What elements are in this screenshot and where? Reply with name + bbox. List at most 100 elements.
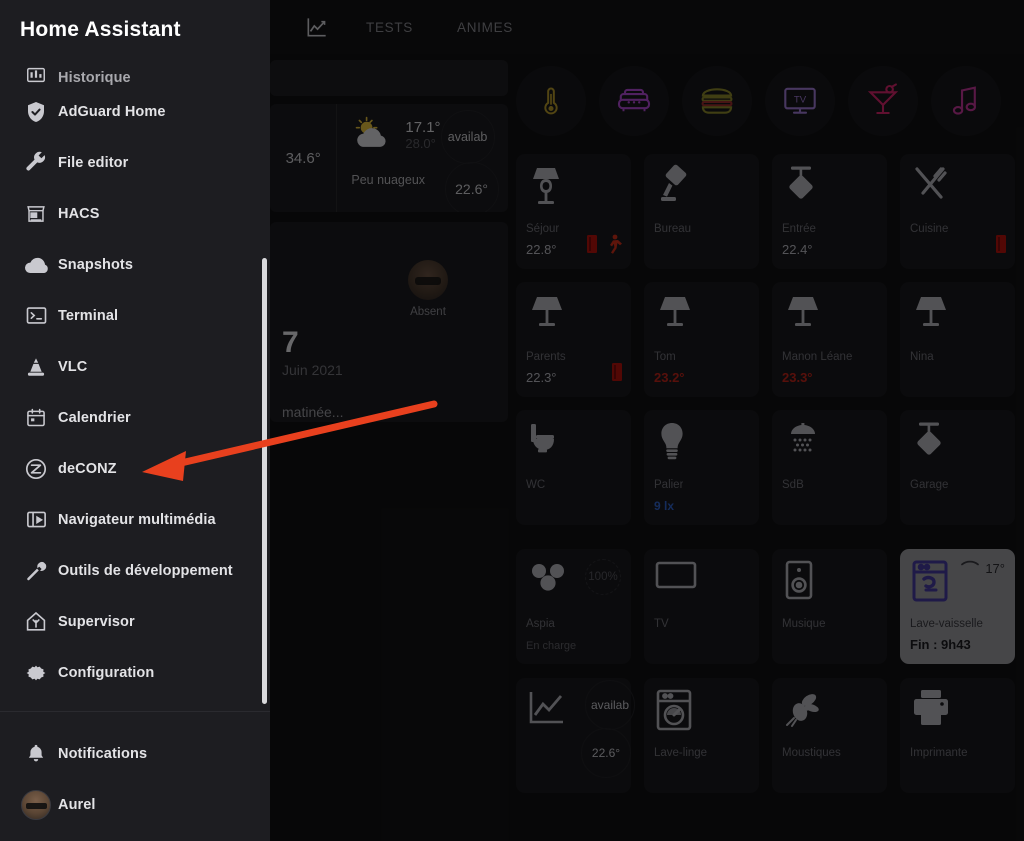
lamp-classic-icon [526,164,621,210]
sidebar-item-configuration[interactable]: Configuration [0,647,270,698]
weather-high: 17.1° [405,119,441,136]
scene-cocktail[interactable] [848,66,918,136]
weather-card[interactable]: 34.6° 17.1° 28.0° Peu nuageux availab 22… [270,104,508,212]
door-sensor-icon [611,362,623,387]
sidebar-item-terminal[interactable]: Terminal [0,290,270,341]
card-title: Manon Léane [782,351,853,363]
sidebar-item-label: Configuration [58,664,155,681]
battery-ring: 100% [585,559,621,595]
weather-badge-temperature[interactable]: 22.6° [444,162,499,212]
cocktail-icon [865,83,901,119]
table-row[interactable]: Palier 9 lx [644,410,759,525]
status-badge [586,234,623,259]
table-row[interactable]: Cuisine [900,154,1015,269]
calendar-icon [14,407,58,429]
sidebar-item-hacs[interactable]: HACS [0,188,270,239]
card-top-right: 17° [959,559,1005,578]
sidebar-item-label: Historique [58,70,131,86]
partly-cloudy-icon [351,116,395,159]
card-title: Tom [654,351,676,363]
availability-badge[interactable]: availab [585,680,635,730]
table-row[interactable]: 100% Aspia En charge [516,549,631,664]
washing-machine-icon [654,688,749,734]
card-title: Palier [654,479,684,491]
appliance-card-grid: 100% Aspia En charge TV Musique 17° Lave-vaiss… [510,525,1024,664]
sidebar-item-label: VLC [58,358,88,375]
weather-description: Peu nuageux [351,173,426,187]
sidebar-item-label: Snapshots [58,256,134,273]
sidebar-item-file-editor[interactable]: File editor [0,137,270,188]
weather-left-temp: 34.6° [270,104,338,212]
scene-sofa[interactable] [599,66,669,136]
avatar [408,260,448,300]
tab-animes[interactable]: ANIMES [435,0,535,54]
card-title: Bureau [654,223,692,235]
top-strip-card [270,60,508,96]
tab-overview[interactable] [296,0,344,54]
card-title: Imprimante [910,747,968,759]
sidebar-item-aurel[interactable]: Aurel [0,779,270,830]
sidebar-item-label: Navigateur multimédia [58,511,216,528]
sidebar-item-snapshots[interactable]: Snapshots [0,239,270,290]
sidebar-item-navigateur-multim-dia[interactable]: Navigateur multimédia [0,494,270,545]
card-value: 22.3° [526,370,557,385]
navigation-drawer: Home Assistant Historique AdGuard Home Fil… [0,0,270,841]
scene-button-row: TV [510,60,1024,136]
weather-badge-availability[interactable]: availab [440,110,495,164]
table-row[interactable]: TV [644,549,759,664]
card-value: 23.2° [654,370,685,385]
right-column: TV Séjour 22.8° Bureau Entrée 22.4° Cuis… [510,60,1024,841]
table-row[interactable]: Garage [900,410,1015,525]
scene-music[interactable] [931,66,1001,136]
sidebar-item-calendrier[interactable]: Calendrier [0,392,270,443]
temperature-badge[interactable]: 22.6° [581,728,631,778]
person-entity[interactable]: Absent [398,260,458,318]
scene-burger[interactable] [682,66,752,136]
sidebar-item-historique[interactable]: Historique [0,46,270,86]
sidebar-item-deconz[interactable]: deCONZ [0,443,270,494]
table-row[interactable]: Nina [900,282,1015,397]
card-value: 22.8° [526,242,557,257]
card-value: 9 lx [654,499,675,513]
sidebar-item-notifications[interactable]: Notifications [0,728,270,779]
light-card-grid: Séjour 22.8° Bureau Entrée 22.4° Cuisine Paren… [510,136,1024,525]
table-row[interactable]: 17° Lave-vaisselle Fin : 9h43 [900,549,1015,664]
sidebar-item-vlc[interactable]: VLC [0,341,270,392]
sidebar-item-label: Outils de développement [58,562,233,579]
table-row[interactable]: availab 22.6° [516,678,635,793]
table-row[interactable]: Parents 22.3° [516,282,631,397]
table-row[interactable]: Séjour 22.8° [516,154,631,269]
sidebar-item-supervisor[interactable]: Supervisor [0,596,270,647]
card-subtitle: Fin : 9h43 [910,637,971,652]
table-row[interactable]: Moustiques [772,678,887,793]
calendar-month-year: Juin 2021 [282,362,343,378]
table-lamp-icon [910,292,1005,338]
table-row[interactable]: Entrée 22.4° [772,154,887,269]
card-title: Entrée [782,223,816,235]
card-title: Cuisine [910,223,949,235]
card-temperature: 17° [985,561,1005,576]
table-row[interactable]: SdB [772,410,887,525]
table-row[interactable]: Lave-linge [644,678,759,793]
scene-tv[interactable]: TV [765,66,835,136]
table-row[interactable]: WC [516,410,631,525]
mosquito-icon [782,688,877,734]
sidebar-item-outils-de-d-veloppement[interactable]: Outils de développement [0,545,270,596]
card-subtitle: En charge [526,640,577,652]
person-calendar-card[interactable]: Absent 7 Juin 2021 matinée... [270,222,508,422]
table-row[interactable]: Imprimante [900,678,1015,793]
door-sensor-icon [586,234,598,259]
chart-line-icon [304,14,330,40]
table-row[interactable]: Bureau [644,154,759,269]
table-row[interactable]: Manon Léane 23.3° [772,282,887,397]
drawer-scrollbar[interactable] [262,258,267,704]
sidebar-item-label: Supervisor [58,613,135,630]
table-row[interactable]: Tom 23.2° [644,282,759,397]
tab-tests[interactable]: TESTS [344,0,435,54]
scene-thermometer[interactable] [516,66,586,136]
card-title: SdB [782,479,804,491]
table-row[interactable]: Musique [772,549,887,664]
hacs-store-icon [14,203,58,225]
sidebar-item-adguard-home[interactable]: AdGuard Home [0,86,270,137]
avatar [21,789,51,820]
